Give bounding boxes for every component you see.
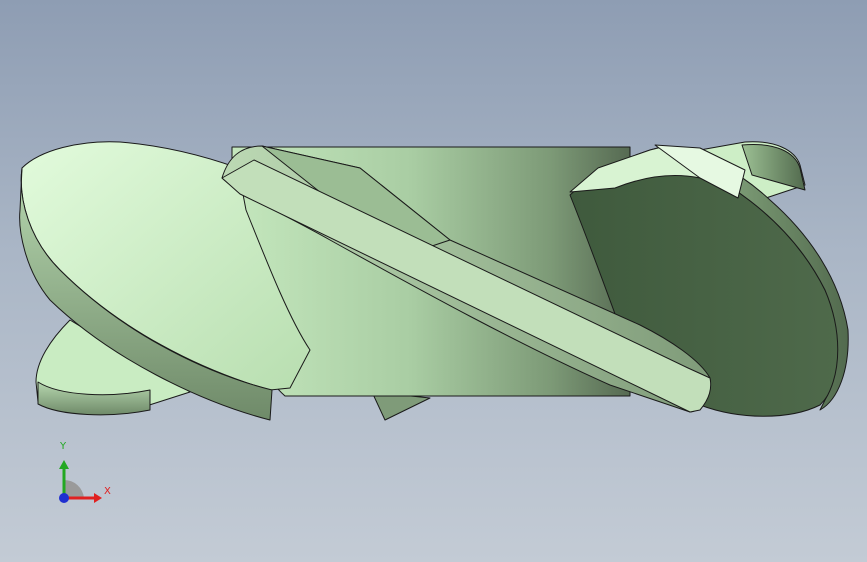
triad-graphic [59, 460, 102, 503]
y-axis-label: Y [60, 441, 67, 452]
z-axis-dot [59, 493, 69, 503]
y-axis-arrow [59, 460, 69, 469]
x-axis-arrow [94, 493, 102, 503]
impeller-model[interactable] [0, 0, 867, 562]
axis-triad: Y X [40, 436, 120, 516]
graphics-viewport[interactable]: Y X [0, 0, 867, 562]
x-axis-label: X [104, 486, 111, 497]
